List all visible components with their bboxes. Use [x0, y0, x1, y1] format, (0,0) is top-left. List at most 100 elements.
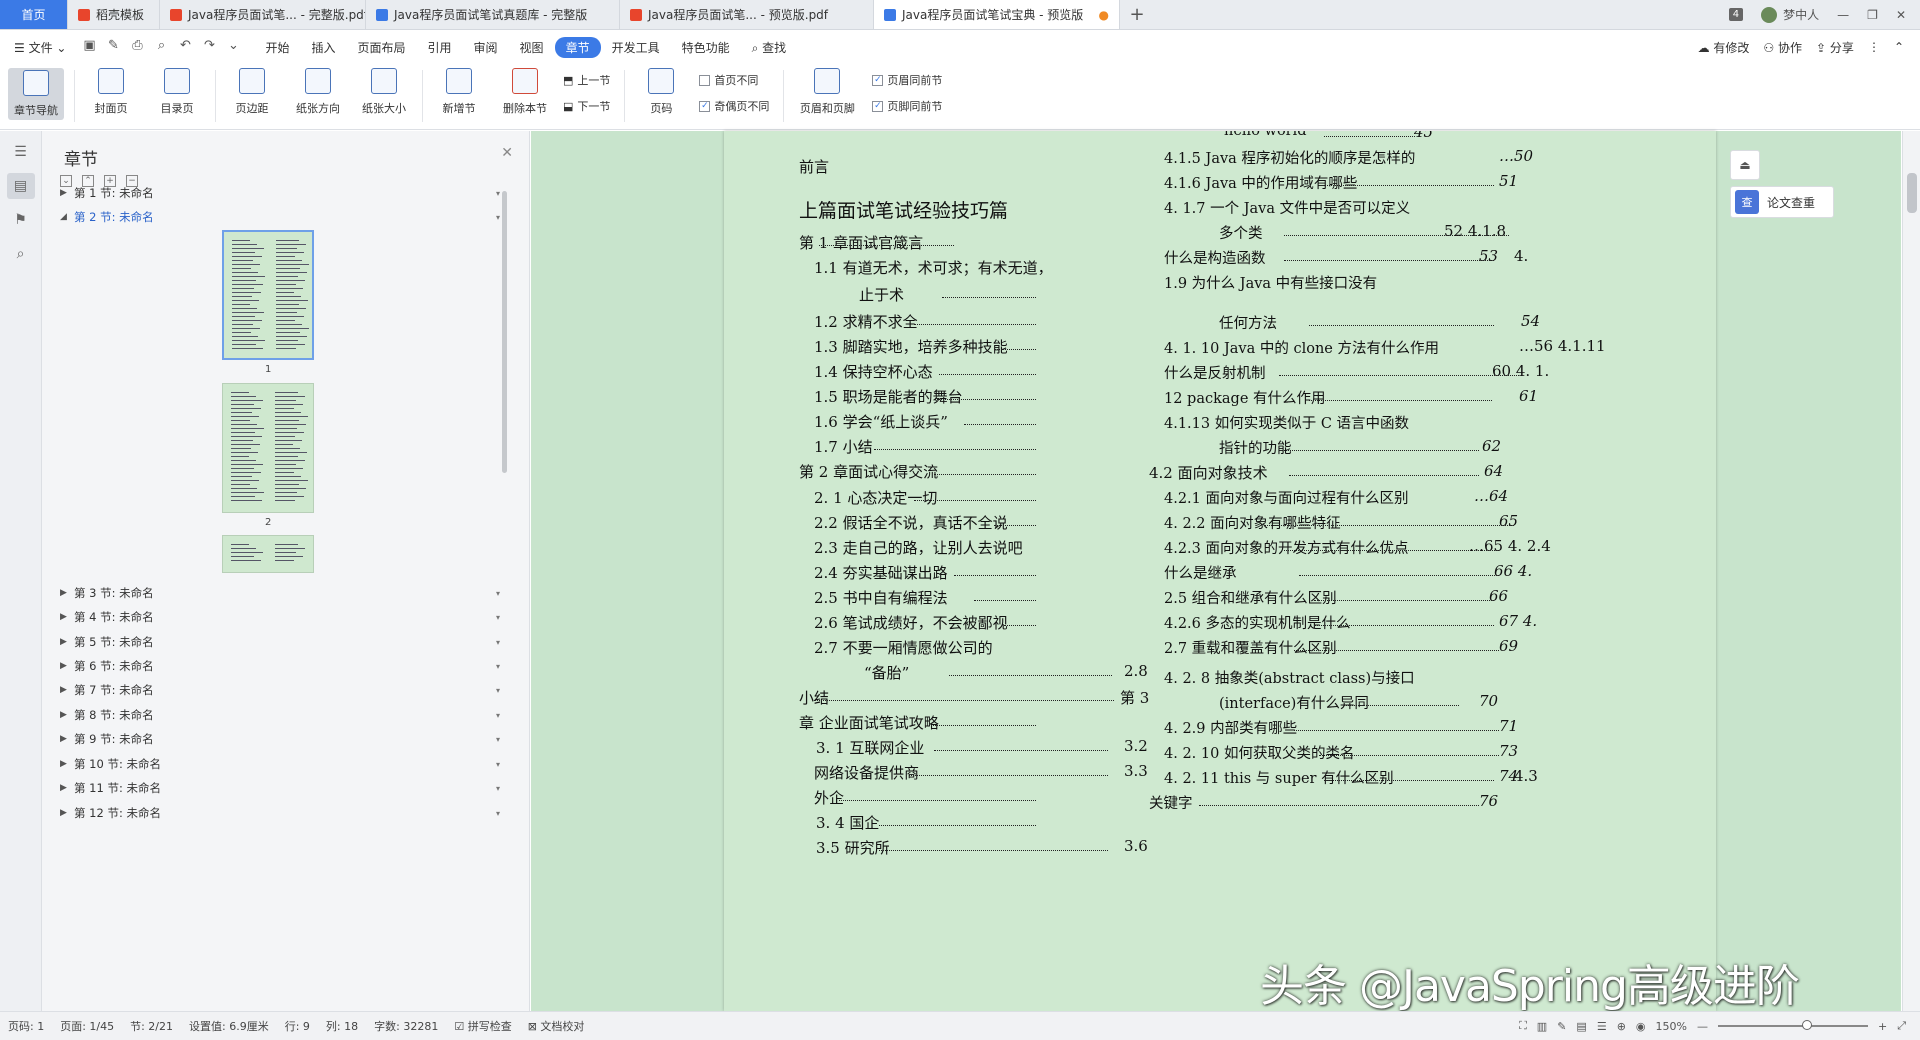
spell-check-button[interactable]: ☑ 拼写检查 — [454, 1018, 511, 1034]
collapsed-arrow-icon[interactable]: ▶ — [60, 759, 74, 769]
margins-button[interactable]: 页边距 — [224, 64, 280, 116]
menu-review[interactable]: 审阅 — [463, 39, 509, 56]
nav-section-item[interactable]: ▶ 第 12 节: 未命名 ▾ — [60, 805, 500, 821]
collapsed-arrow-icon[interactable]: ▶ — [60, 710, 74, 720]
menu-section[interactable]: 章节 — [554, 36, 601, 58]
menu-start[interactable]: 开始 — [254, 39, 300, 56]
save-icon[interactable]: ▣ — [80, 38, 98, 56]
collapsed-arrow-icon[interactable]: ▶ — [60, 808, 74, 818]
section-dropdown-icon[interactable]: ▾ — [496, 589, 500, 598]
section-dropdown-icon[interactable]: ▾ — [496, 213, 500, 222]
delete-section-button[interactable]: 删除本节 — [497, 64, 553, 116]
section-dropdown-icon[interactable]: ▾ — [496, 735, 500, 744]
section-pane-icon[interactable]: ▤ — [6, 173, 35, 199]
collapsed-arrow-icon[interactable]: ▶ — [60, 637, 74, 647]
search-button[interactable]: ⌕ 查找 — [741, 39, 798, 56]
print-icon[interactable]: ⎙ — [128, 38, 146, 56]
page-view-icon[interactable]: ▤ — [1576, 1020, 1586, 1033]
tab-home[interactable]: 首页 — [0, 0, 68, 29]
first-page-different-checkbox[interactable]: 首页不同 — [699, 72, 769, 88]
menu-references[interactable]: 引用 — [417, 39, 463, 56]
paper-size-button[interactable]: 纸张大小 — [356, 64, 412, 116]
odd-even-different-checkbox[interactable]: ✓ 奇偶页不同 — [699, 98, 769, 114]
header-footer-button[interactable]: 页眉和页脚 — [792, 64, 862, 116]
nav-section-item[interactable]: ▶ 第 8 节: 未命名 ▾ — [60, 707, 500, 723]
section-dropdown-icon[interactable]: ▾ — [496, 189, 500, 198]
section-dropdown-icon[interactable]: ▾ — [496, 711, 500, 720]
next-section-button[interactable]: ⬓ 下一节 — [563, 98, 610, 114]
format-painter-icon[interactable]: ✎ — [104, 38, 122, 56]
file-menu[interactable]: ☰ 文件 ⌄ — [10, 39, 77, 56]
tab-pdf-full[interactable]: Java程序员面试笔... - 完整版.pdf — [160, 0, 366, 29]
fullscreen-icon[interactable]: ⛶ — [1519, 1019, 1527, 1033]
changes-button[interactable]: ☁ 有修改 — [1698, 39, 1750, 56]
nav-section-item[interactable]: ▶ 第 10 节: 未命名 ▾ — [60, 756, 500, 772]
fit-icon[interactable]: ⤢ — [1897, 1019, 1906, 1033]
prev-section-button[interactable]: ⬒ 上一节 — [563, 72, 610, 88]
document-page[interactable]: 前言 上篇面试笔试经验技巧篇第 1 章面试官箴言 1.1 有道无术，术可求；有术无道… — [724, 131, 1716, 1011]
tab-active-document[interactable]: Java程序员面试笔试宝典 - 预览版 ● — [874, 0, 1120, 29]
web-view-icon[interactable]: ⊕ — [1617, 1020, 1626, 1033]
menu-special-features[interactable]: 特色功能 — [671, 39, 741, 56]
customize-icon[interactable]: ⌄ — [224, 38, 242, 56]
eye-protect-icon[interactable]: ◉ — [1636, 1020, 1646, 1033]
section-dropdown-icon[interactable]: ▾ — [496, 760, 500, 769]
vertical-scrollbar[interactable] — [1902, 131, 1920, 1011]
write-view-icon[interactable]: ✎ — [1557, 1020, 1566, 1033]
collapsed-arrow-icon[interactable]: ▶ — [60, 612, 74, 622]
orientation-button[interactable]: 纸张方向 — [290, 64, 346, 116]
undo-icon[interactable]: ↶ — [176, 38, 194, 56]
expanded-arrow-icon[interactable]: ◢ — [60, 212, 74, 222]
section-dropdown-icon[interactable]: ▾ — [496, 613, 500, 622]
nav-section-item[interactable]: ▶ 第 1 节: 未命名 ▾ — [60, 185, 500, 201]
paper-check-button[interactable]: 查论文查重 — [1730, 186, 1834, 218]
menu-developer[interactable]: 开发工具 — [601, 39, 671, 56]
header-link-previous-checkbox[interactable]: ✓ 页眉同前节 — [872, 72, 942, 88]
nav-section-item[interactable]: ▶ 第 6 节: 未命名 ▾ — [60, 658, 500, 674]
minimize-icon[interactable]: — — [1837, 8, 1849, 22]
nav-section-item[interactable]: ▶ 第 7 节: 未命名 ▾ — [60, 682, 500, 698]
toc-page-button[interactable]: 目录页 — [149, 64, 205, 116]
nav-section-item[interactable]: ▶ 第 5 节: 未命名 ▾ — [60, 634, 500, 650]
page-thumbnail[interactable] — [222, 535, 314, 573]
collapsed-arrow-icon[interactable]: ▶ — [60, 188, 74, 198]
zoom-slider[interactable] — [1717, 1020, 1868, 1030]
share-button[interactable]: ⇪ 分享 — [1816, 39, 1854, 56]
redo-icon[interactable]: ↷ — [200, 38, 218, 56]
new-section-button[interactable]: 新增节 — [431, 64, 487, 116]
menu-page-layout[interactable]: 页面布局 — [347, 39, 417, 56]
nav-section-item[interactable]: ▶ 第 11 节: 未命名 ▾ — [60, 780, 500, 796]
outline-icon[interactable]: ☰ — [7, 139, 35, 165]
reading-view-icon[interactable]: ▥ — [1537, 1020, 1547, 1033]
nav-section-item[interactable]: ▶ 第 9 节: 未命名 ▾ — [60, 731, 500, 747]
collapsed-arrow-icon[interactable]: ▶ — [60, 661, 74, 671]
user-avatar[interactable]: 梦中人 — [1761, 6, 1819, 23]
find-icon[interactable]: ⌕ — [7, 241, 35, 267]
nav-section-item[interactable]: ▶ 第 3 节: 未命名 ▾ — [60, 585, 500, 601]
maximize-icon[interactable]: ❐ — [1867, 8, 1878, 22]
side-collapse-button[interactable]: ⏏ — [1730, 150, 1760, 180]
tab-pdf-preview[interactable]: Java程序员面试笔... - 预览版.pdf — [620, 0, 874, 29]
tab-wps-questionbank[interactable]: Java程序员面试笔试真题库 - 完整版 — [366, 0, 620, 29]
zoom-slider-handle[interactable] — [1801, 1020, 1812, 1030]
zoom-out-icon[interactable]: — — [1697, 1020, 1708, 1033]
collapsed-arrow-icon[interactable]: ▶ — [60, 783, 74, 793]
scroll-thumb[interactable] — [1907, 173, 1917, 213]
collapsed-arrow-icon[interactable]: ▶ — [60, 734, 74, 744]
nav-section-item[interactable]: ▶ 第 4 节: 未命名 ▾ — [60, 609, 500, 625]
close-pane-icon[interactable]: ✕ — [501, 145, 513, 161]
nav-scrollbar[interactable] — [502, 191, 507, 473]
proofread-button[interactable]: ⊠ 文档校对 — [528, 1018, 585, 1034]
page-thumbnail[interactable] — [222, 383, 314, 513]
section-dropdown-icon[interactable]: ▾ — [496, 809, 500, 818]
nav-section-item[interactable]: ◢ 第 2 节: 未命名 ▾ — [60, 209, 500, 225]
close-icon[interactable]: ✕ — [1896, 8, 1906, 22]
new-tab-button[interactable]: + — [1120, 0, 1154, 29]
section-dropdown-icon[interactable]: ▾ — [496, 638, 500, 647]
section-dropdown-icon[interactable]: ▾ — [496, 784, 500, 793]
zoom-in-icon[interactable]: + — [1878, 1020, 1887, 1033]
page-thumbnail[interactable] — [222, 230, 314, 360]
outline-view-icon[interactable]: ☰ — [1597, 1020, 1607, 1033]
zoom-level[interactable]: 150% — [1656, 1020, 1687, 1033]
footer-link-previous-checkbox[interactable]: ✓ 页脚同前节 — [872, 98, 942, 114]
